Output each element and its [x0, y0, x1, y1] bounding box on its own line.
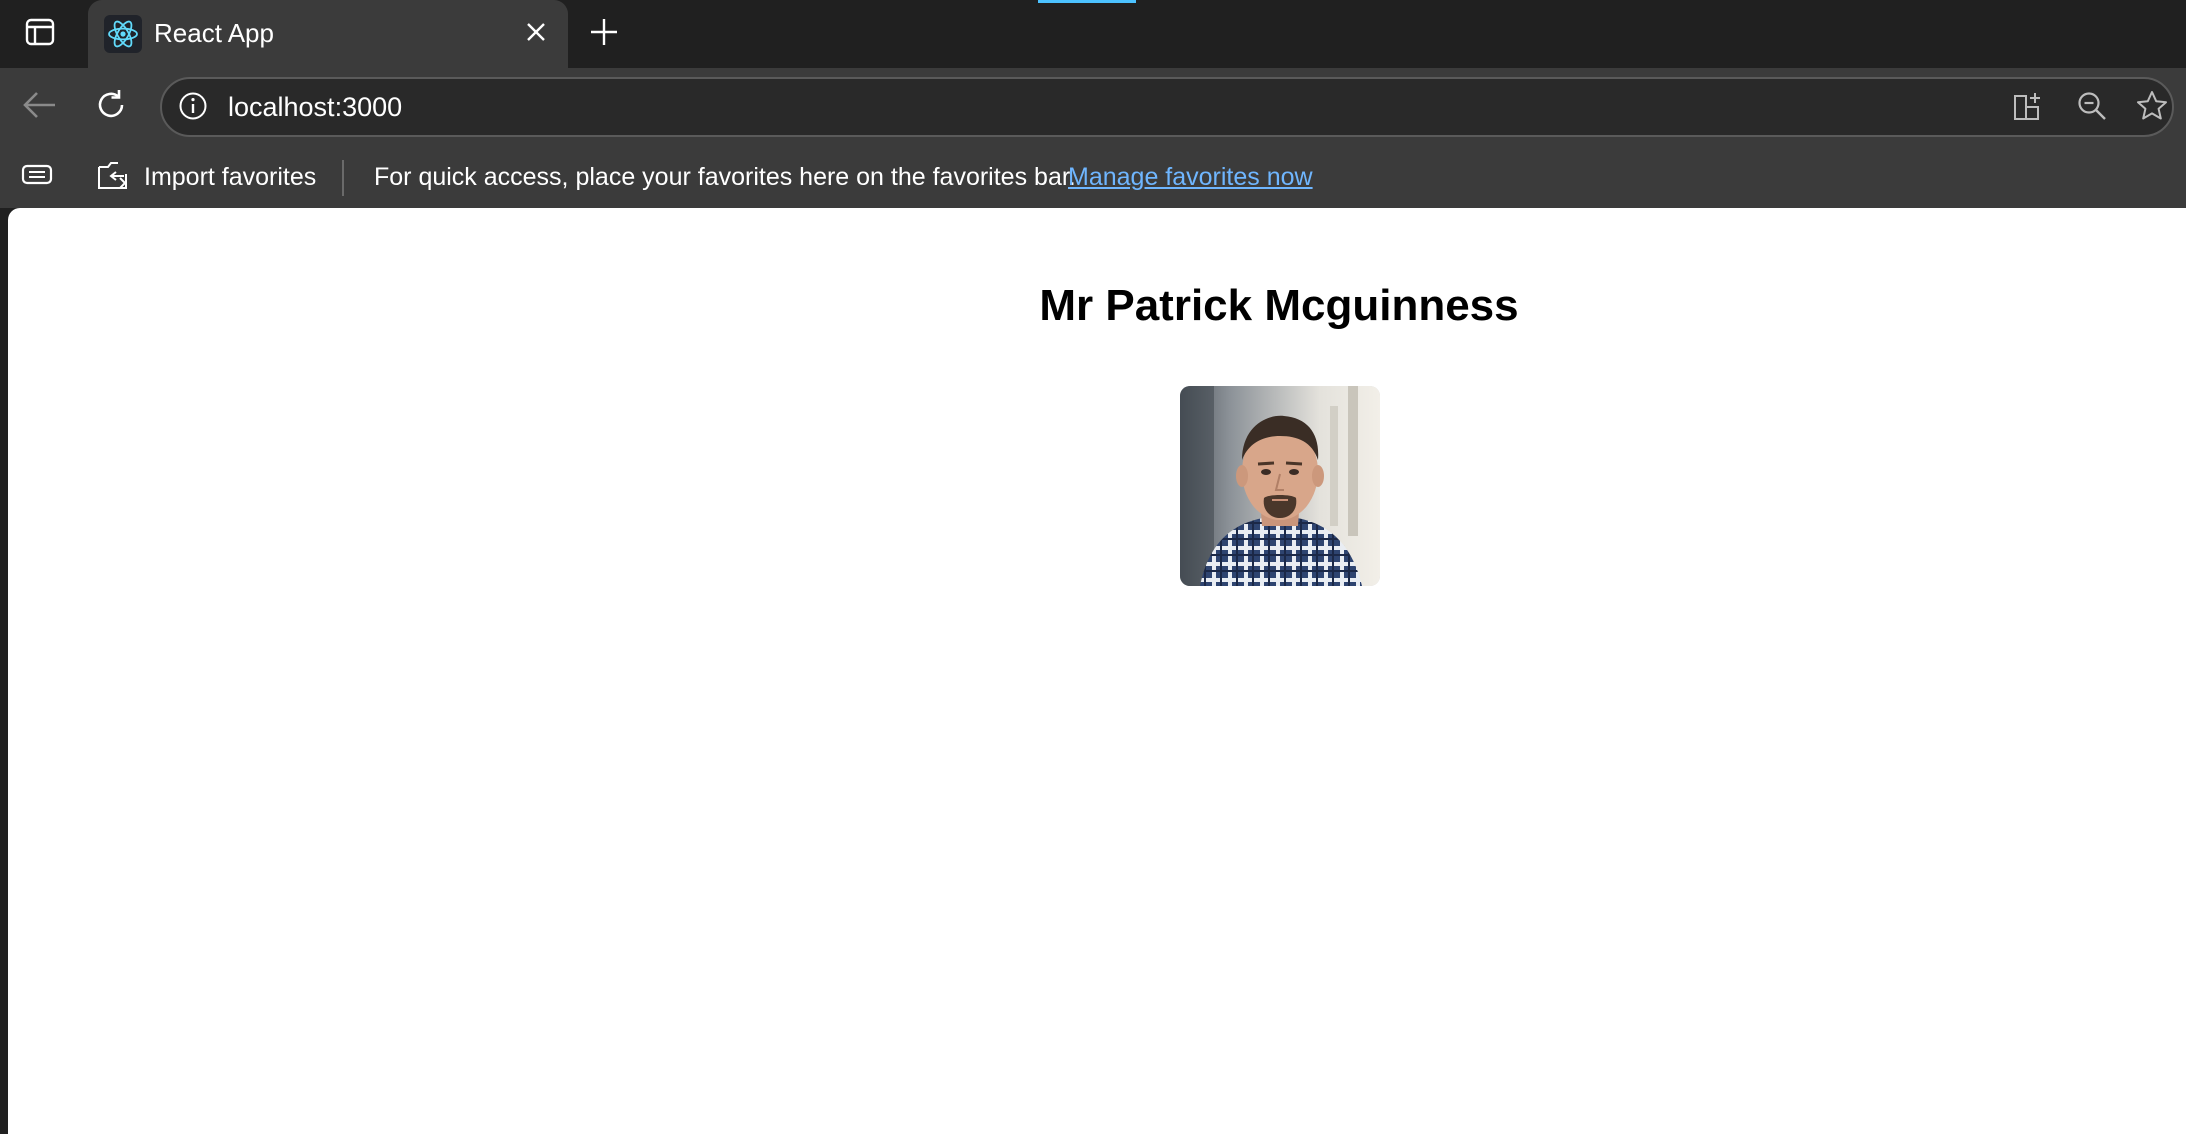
url-text[interactable]: localhost:3000: [228, 91, 402, 123]
tab-actions-button[interactable]: [20, 16, 60, 52]
tab-actions-icon: [25, 17, 55, 52]
favorites-divider: [342, 160, 344, 196]
star-icon: [2135, 89, 2169, 128]
import-favorites-label: Import favorites: [144, 162, 317, 191]
browser-window: React App localhost:3000 Import favorite…: [0, 0, 2186, 1134]
plus-icon: [589, 17, 619, 52]
page-title: Mr Patrick Mcguinness: [1039, 281, 1519, 330]
profile-photo: [1180, 386, 1380, 586]
collections-button[interactable]: [18, 160, 56, 194]
favorites-bar: Import favorites For quick access, place…: [0, 146, 2186, 208]
zoom-out-button[interactable]: [2072, 88, 2112, 128]
import-favorites-button[interactable]: Import favorites: [96, 158, 316, 196]
manage-favorites-link[interactable]: Manage favorites now: [1068, 162, 1313, 192]
import-icon: [96, 158, 132, 197]
tab-strip: React App: [0, 0, 2186, 68]
zoom-out-icon: [2076, 90, 2108, 127]
close-icon: [525, 21, 547, 48]
heading-container: Mr Patrick Mcguinness: [8, 280, 2186, 332]
react-logo-icon: [104, 15, 142, 53]
split-screen-icon: [2012, 90, 2044, 127]
tab-react-app[interactable]: React App: [88, 0, 568, 68]
window-accent-bar: [1038, 0, 1136, 3]
reload-button[interactable]: [88, 84, 134, 130]
site-info-button[interactable]: [176, 91, 210, 125]
split-screen-button[interactable]: [2008, 88, 2048, 128]
avatar: [1180, 386, 1380, 586]
favorites-hint-text: For quick access, place your favorites h…: [374, 163, 1076, 191]
close-tab-button[interactable]: [518, 16, 554, 52]
reload-icon: [93, 87, 129, 128]
favorite-button[interactable]: [2132, 88, 2172, 128]
tab-title: React App: [154, 18, 274, 48]
back-button[interactable]: [16, 84, 62, 130]
navigation-toolbar: localhost:3000: [0, 68, 2186, 146]
info-icon: [178, 91, 208, 126]
back-arrow-icon: [21, 90, 57, 125]
address-bar[interactable]: localhost:3000: [160, 77, 2174, 137]
collections-icon: [20, 160, 54, 195]
new-tab-button[interactable]: [582, 12, 626, 56]
page-viewport: Mr Patrick Mcguinness: [8, 208, 2186, 1134]
